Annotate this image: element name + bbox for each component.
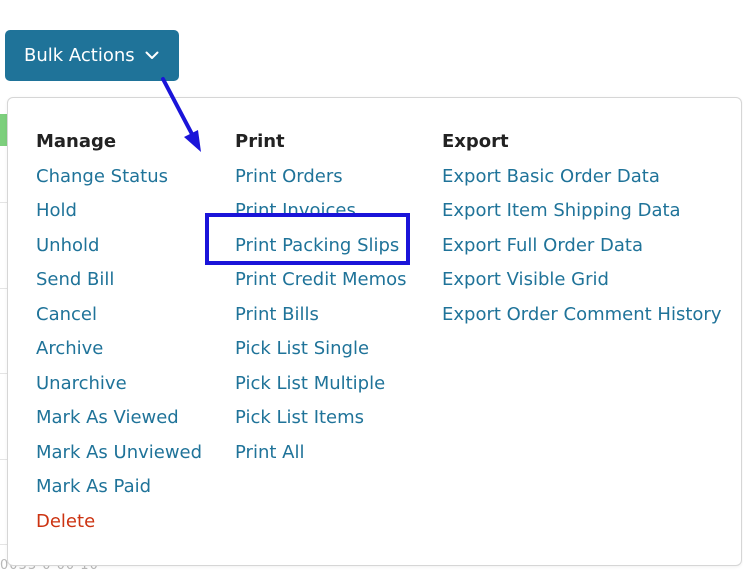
menu-item-export-full-order-data[interactable]: Export Full Order Data [442, 235, 643, 257]
menu-item-export-item-shipping-data[interactable]: Export Item Shipping Data [442, 200, 681, 222]
menu-item-change-status[interactable]: Change Status [36, 166, 168, 188]
menu-item-print-bills[interactable]: Print Bills [235, 304, 319, 326]
bulk-actions-dropdown: Manage Change Status Hold Unhold Send Bi… [7, 97, 742, 566]
menu-item-print-packing-slips[interactable]: Print Packing Slips [235, 235, 399, 257]
background-row-divider [0, 202, 7, 203]
menu-item-print-credit-memos[interactable]: Print Credit Memos [235, 269, 407, 291]
menu-item-send-bill[interactable]: Send Bill [36, 269, 114, 291]
export-heading: Export [442, 131, 509, 152]
menu-item-mark-as-paid[interactable]: Mark As Paid [36, 476, 151, 498]
background-row-divider [0, 544, 7, 545]
background-row-divider [0, 288, 7, 289]
menu-item-cancel[interactable]: Cancel [36, 304, 97, 326]
chevron-down-icon [145, 51, 159, 60]
menu-item-print-orders[interactable]: Print Orders [235, 166, 343, 188]
manage-heading: Manage [36, 131, 117, 152]
menu-item-pick-list-multiple[interactable]: Pick List Multiple [235, 373, 385, 395]
menu-item-pick-list-single[interactable]: Pick List Single [235, 338, 369, 360]
bulk-actions-label: Bulk Actions [24, 45, 135, 66]
menu-item-pick-list-items[interactable]: Pick List Items [235, 407, 364, 429]
print-heading: Print [235, 131, 285, 152]
menu-item-export-visible-grid[interactable]: Export Visible Grid [442, 269, 609, 291]
menu-item-archive[interactable]: Archive [36, 338, 103, 360]
menu-item-delete[interactable]: Delete [36, 511, 95, 533]
menu-item-print-all[interactable]: Print All [235, 442, 304, 464]
menu-item-mark-as-unviewed[interactable]: Mark As Unviewed [36, 442, 202, 464]
background-row-divider [0, 373, 7, 374]
background-status-strip [0, 114, 7, 146]
menu-item-unhold[interactable]: Unhold [36, 235, 99, 257]
bulk-actions-button[interactable]: Bulk Actions [5, 30, 179, 81]
menu-item-hold[interactable]: Hold [36, 200, 77, 222]
menu-item-print-invoices[interactable]: Print Invoices [235, 200, 356, 222]
menu-item-mark-as-viewed[interactable]: Mark As Viewed [36, 407, 179, 429]
menu-item-unarchive[interactable]: Unarchive [36, 373, 127, 395]
background-row-divider [0, 459, 7, 460]
menu-item-export-basic-order-data[interactable]: Export Basic Order Data [442, 166, 660, 188]
menu-item-export-order-comment-history[interactable]: Export Order Comment History [442, 304, 721, 326]
